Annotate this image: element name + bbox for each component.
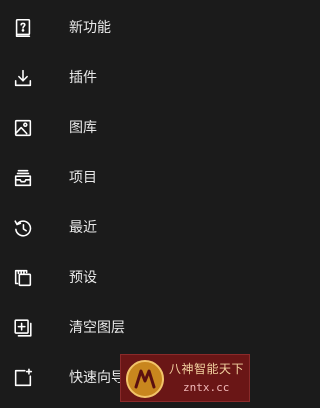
- side-menu: 新功能 插件 图库 项目 最近 预设 清空图层 快速向导: [0, 0, 262, 408]
- presets-stack-icon: [12, 267, 34, 289]
- menu-item-clear-layers[interactable]: 清空图层: [0, 303, 262, 353]
- watermark-logo-icon: [125, 359, 165, 399]
- history-clock-icon: [12, 217, 34, 239]
- menu-item-recent[interactable]: 最近: [0, 203, 262, 253]
- menu-item-presets[interactable]: 预设: [0, 253, 262, 303]
- menu-item-label: 图库: [69, 120, 97, 136]
- menu-item-label: 项目: [69, 170, 97, 186]
- menu-item-projects[interactable]: 项目: [0, 153, 262, 203]
- menu-item-new-features[interactable]: 新功能: [0, 3, 262, 53]
- watermark-title: 八神智能天下: [169, 362, 245, 376]
- download-icon: [12, 67, 34, 89]
- question-book-icon: [12, 17, 34, 39]
- add-layer-icon: [12, 317, 34, 339]
- menu-item-label: 清空图层: [69, 320, 125, 336]
- menu-item-label: 最近: [69, 220, 97, 236]
- menu-item-gallery[interactable]: 图库: [0, 103, 262, 153]
- menu-item-plugins[interactable]: 插件: [0, 53, 262, 103]
- watermark-badge: 八神智能天下 zntx.cc: [120, 354, 250, 402]
- image-icon: [12, 117, 34, 139]
- menu-item-label: 预设: [69, 270, 97, 286]
- inbox-stack-icon: [12, 167, 34, 189]
- new-canvas-icon: [12, 367, 34, 389]
- watermark-domain: zntx.cc: [183, 381, 230, 394]
- menu-item-label: 新功能: [69, 20, 111, 36]
- menu-item-label: 快速向导: [69, 370, 125, 386]
- menu-item-label: 插件: [69, 70, 97, 86]
